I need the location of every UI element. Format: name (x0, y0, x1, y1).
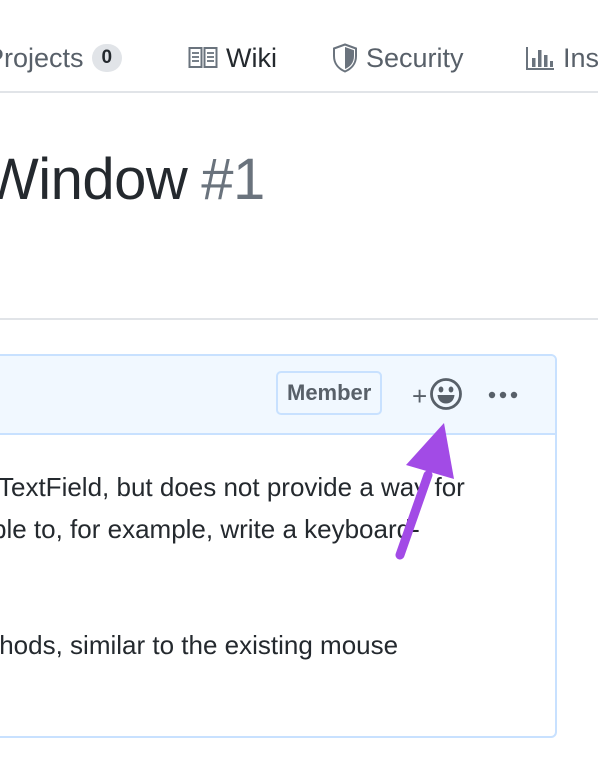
reaction-plus-label: + (412, 381, 428, 411)
comment-header: Member + (0, 356, 555, 435)
tab-security[interactable]: Security (332, 38, 464, 78)
tab-insights[interactable]: Ins (525, 38, 598, 78)
page: Projects 0 Wiki (0, 0, 598, 768)
tab-wiki-label: Wiki (226, 42, 277, 73)
tab-projects[interactable]: Projects 0 (0, 38, 123, 78)
graph-icon (525, 45, 555, 71)
kebab-horizontal-icon (488, 386, 518, 404)
header-divider (0, 318, 598, 320)
comment-box: Member + TextField, but does not provide… (0, 354, 557, 738)
smiley-icon (429, 377, 463, 416)
comment-line: TextField, but does not provide a way fo… (0, 472, 465, 502)
projects-counter: 0 (91, 44, 123, 72)
comment-options-button[interactable] (487, 382, 519, 408)
shield-icon (332, 43, 358, 73)
add-reaction-button[interactable]: + (412, 377, 463, 416)
repo-nav: Projects 0 Wiki (0, 0, 598, 93)
issue-title-text: Window (0, 147, 188, 212)
tab-insights-label: Ins (563, 42, 598, 73)
issue-number: #1 (201, 147, 265, 212)
tab-projects-label: Projects (0, 42, 84, 73)
issue-title: Window #1 (0, 140, 265, 220)
book-icon (188, 46, 218, 70)
tab-security-label: Security (366, 42, 464, 73)
member-badge: Member (276, 371, 383, 415)
tab-wiki[interactable]: Wiki (188, 38, 277, 78)
comment-line: thods, similar to the existing mouse (0, 630, 399, 660)
comment-line: ble to, for example, write a keyboard- (0, 514, 420, 544)
